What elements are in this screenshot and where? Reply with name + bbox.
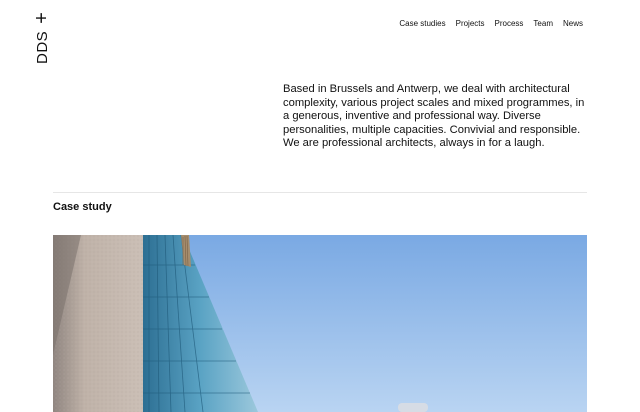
plus-icon[interactable]: + (31, 12, 53, 24)
nav-projects[interactable]: Projects (456, 19, 485, 28)
building-photo (53, 235, 587, 412)
case-study-heading: Case study (53, 201, 112, 213)
intro-text: Based in Brussels and Antwerp, we deal w… (283, 83, 585, 150)
case-study-hero-image[interactable] (53, 235, 587, 412)
page: DDS + Case studies Projects Process Team… (0, 0, 640, 412)
divider (53, 192, 587, 193)
logo[interactable]: DDS + (31, 12, 53, 64)
nav-news[interactable]: News (563, 19, 583, 28)
logo-text: DDS (33, 30, 51, 64)
main-nav: Case studies Projects Process Team News (399, 19, 583, 28)
distant-structure (398, 403, 428, 412)
nav-process[interactable]: Process (495, 19, 524, 28)
nav-case-studies[interactable]: Case studies (399, 19, 445, 28)
nav-team[interactable]: Team (533, 19, 553, 28)
